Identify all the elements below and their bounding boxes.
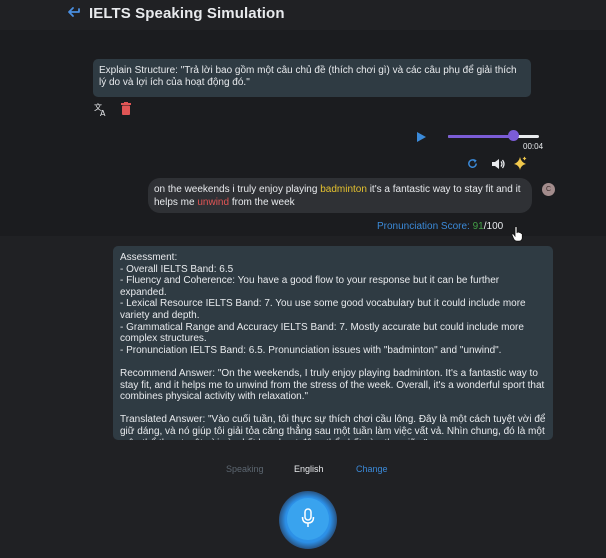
audio-time: 00:04 <box>523 142 544 151</box>
audio-progress-fill <box>448 135 514 138</box>
play-icon[interactable] <box>415 131 427 143</box>
translated-answer: Translated Answer: "Vào cuối tuần, tôi t… <box>120 414 546 440</box>
speaking-label: Speaking <box>226 464 264 474</box>
pronunciation-score-value: 91 <box>472 221 484 232</box>
recommend-answer: Recommend Answer: "On the weekends, I tr… <box>120 367 545 403</box>
pronunciation-score: Pronunciation Score: 91/100 <box>377 221 503 232</box>
pronunciation-score-max: /100 <box>483 221 504 232</box>
avatar: C <box>542 183 555 196</box>
change-button[interactable]: Change <box>356 464 388 474</box>
svg-text:A: A <box>100 109 106 116</box>
user-message-bubble: on the weekends i truly enjoy playing ba… <box>148 178 532 213</box>
highlighted-word-unwind: unwind <box>197 197 230 208</box>
audio-progress-thumb[interactable] <box>508 130 520 141</box>
user-message-text-1: on the weekends i truly enjoy playing <box>154 184 321 195</box>
english-label: English <box>294 464 324 474</box>
assessment-box: Assessment: - Overall IELTS Band: 6.5 - … <box>113 246 553 440</box>
assessment-line: - Grammatical Range and Accuracy IELTS B… <box>120 321 524 345</box>
highlighted-word-badminton: badminton <box>320 184 367 195</box>
microphone-icon[interactable] <box>301 508 315 528</box>
volume-icon[interactable] <box>491 158 505 170</box>
assessment-line: - Overall IELTS Band: 6.5 <box>120 263 234 275</box>
pronunciation-score-label: Pronunciation Score: <box>377 221 473 232</box>
retry-icon[interactable] <box>467 158 478 169</box>
explain-structure-box: Explain Structure: "Trả lời bao gồm một … <box>93 59 531 97</box>
assessment-line: Assessment: <box>120 252 178 263</box>
hand-cursor-icon <box>511 226 523 242</box>
assessment-line: - Pronunciation IELTS Band: 6.5. Pronunc… <box>120 344 502 356</box>
assessment-line: - Fluency and Coherence: You have a good… <box>120 275 500 298</box>
back-arrow-icon[interactable] <box>66 4 84 22</box>
user-message-text-3: from the week <box>229 197 295 208</box>
explain-structure-text: Explain Structure: "Trả lời bao gồm một … <box>99 65 517 88</box>
sparkle-icon[interactable] <box>513 156 527 171</box>
translate-icon[interactable]: 文 A <box>94 102 108 116</box>
assessment-line: - Lexical Resource IELTS Band: 7. You us… <box>120 298 526 321</box>
page-title: IELTS Speaking Simulation <box>89 5 285 22</box>
trash-icon[interactable] <box>121 102 131 115</box>
